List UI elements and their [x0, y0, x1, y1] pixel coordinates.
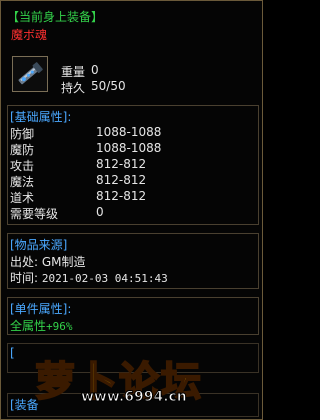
- weight-row: 重量 0: [61, 63, 99, 80]
- all-attributes-bonus: +96%: [46, 320, 73, 333]
- equipment-tooltip: 【当前身上装备】 魔ボ魂 重量 0 持久 50/50 [基础属性]: 防御 10…: [0, 0, 263, 420]
- source-time-row: 时间: 2021-02-03 04:51:43: [8, 269, 258, 285]
- item-name: 魔ボ魂: [11, 28, 48, 42]
- item-source-heading: [物品来源]: [10, 238, 68, 252]
- attr-row-taoism: 道术 812-812: [8, 189, 258, 205]
- attr-label: 防御: [10, 127, 35, 141]
- time-value: 2021-02-03 04:51:43: [41, 272, 168, 285]
- attr-label: 魔防: [10, 143, 35, 157]
- all-attributes-row: 全属性+96%: [8, 317, 258, 333]
- attr-row-required-level: 需要等级 0: [8, 205, 258, 221]
- weight-value: 0: [91, 63, 99, 77]
- weapon-icon: [12, 56, 48, 92]
- attr-label: 需要等级: [10, 207, 59, 221]
- attr-label: 攻击: [10, 159, 35, 173]
- durability-value: 50/50: [91, 79, 126, 93]
- watermark-url: www.6994.cn: [81, 389, 188, 406]
- attr-value: 0: [96, 205, 104, 219]
- attr-value: 812-812: [96, 157, 147, 171]
- attr-row-attack: 攻击 812-812: [8, 157, 258, 173]
- base-attributes-heading: [基础属性]:: [10, 110, 72, 124]
- attr-row-magic: 魔法 812-812: [8, 173, 258, 189]
- attr-label: 道术: [10, 191, 35, 205]
- time-label: 时间:: [10, 271, 39, 285]
- item-source-box: [物品来源] 出处: GM制造 时间: 2021-02-03 04:51:43: [7, 233, 259, 289]
- attr-row-defense: 防御 1088-1088: [8, 125, 258, 141]
- base-attributes-box: [基础属性]: 防御 1088-1088 魔防 1088-1088 攻击 812…: [7, 105, 259, 225]
- attr-value: 1088-1088: [96, 125, 162, 139]
- durability-row: 持久 50/50: [61, 79, 126, 96]
- tooltip-title: 【当前身上装备】: [7, 10, 104, 24]
- attr-value: 812-812: [96, 173, 147, 187]
- attr-value: 812-812: [96, 189, 147, 203]
- origin-label: 出处:: [10, 255, 39, 269]
- attr-row-magic-defense: 魔防 1088-1088: [8, 141, 258, 157]
- source-origin-row: 出处: GM制造: [8, 253, 258, 269]
- single-attributes-box: [单件属性]: 全属性+96%: [7, 297, 259, 335]
- watermark-logo: 萝卜论坛 www.6994.cn: [21, 349, 251, 406]
- durability-label: 持久: [61, 81, 86, 95]
- weight-label: 重量: [61, 65, 86, 79]
- origin-value: GM制造: [41, 255, 86, 269]
- attr-label: 魔法: [10, 175, 35, 189]
- all-attributes-label: 全属性: [10, 319, 47, 333]
- attr-value: 1088-1088: [96, 141, 162, 155]
- single-attributes-heading: [单件属性]:: [10, 302, 72, 316]
